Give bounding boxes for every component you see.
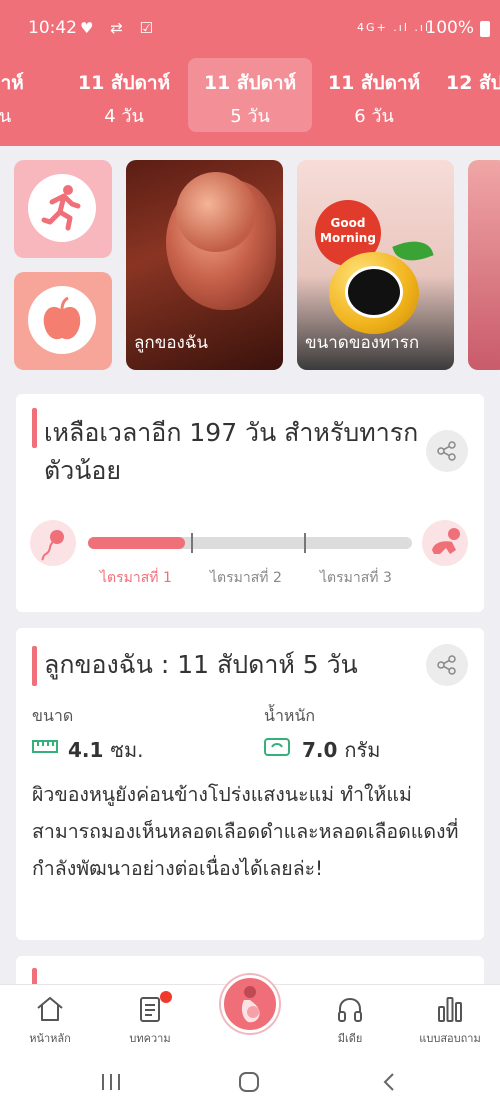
week-tab-week: 11 สัปดาห์ [327,72,421,94]
recent-apps-icon[interactable] [96,1070,126,1094]
size-number: 4.1 [68,738,104,762]
week-tab-day: วัน [0,106,12,127]
trimester-2-label: ไตรมาสที่ 2 [210,570,282,586]
week-tab-week: 11 สัปดาห์ [77,72,171,94]
baby-title: ลูกของฉัน : 11 สัปดาห์ 5 วัน [44,650,358,679]
week-tab-week: 11 สัปดาห์ [203,72,297,94]
week-tab[interactable]: 11 สัปดาห์ 6 วัน [312,58,436,132]
scale-icon [264,738,290,756]
nutrition-tile[interactable] [14,272,112,370]
exercise-tile[interactable] [14,160,112,258]
top-header: 10:42 ♥ ⇄ ☑ 4G+ .ıl .ıl 100% ปดาห์ วัน 1… [0,0,500,146]
bottom-navigation: หน้าหลัก บทความ มีเดีย แบบสอบถาม [0,975,500,1055]
nav-quiz[interactable]: แบบสอบถาม [410,985,490,1055]
week-tab-active[interactable]: 11 สัปดาห์ 5 วัน [188,58,312,132]
nav-home[interactable]: หน้าหลัก [10,985,90,1055]
weight-unit: กรัม [344,738,381,762]
week-tab[interactable]: 11 สัปดาห์ 4 วัน [62,58,186,132]
status-time: 10:42 [28,18,77,38]
size-unit: ซม. [110,738,144,762]
running-icon [28,174,96,242]
notification-badge [160,991,172,1003]
weight-number: 7.0 [302,738,338,762]
weight-value: 7.0 กรัม [302,734,380,766]
apple-icon [28,286,96,354]
baby-info-card: ลูกของฉัน : 11 สัปดาห์ 5 วัน ขนาด 4.1 ซม… [16,628,484,940]
pregnant-mother-icon [241,986,260,1023]
system-navigation-bar [0,1054,500,1111]
share-button[interactable] [426,644,468,686]
pregnancy-progress-bar [88,533,412,553]
week-tab-week: ปดาห์ [0,72,24,94]
progress-tick [191,533,193,553]
embryo-head [176,172,256,252]
bar-chart-icon [438,997,462,1022]
notification-icons: ♥ ⇄ ☑ [80,19,159,37]
back-icon[interactable] [374,1070,404,1094]
status-bar: 10:42 ♥ ⇄ ☑ 4G+ .ıl .ıl 100% [0,0,500,58]
nav-quiz-label: แบบสอบถาม [419,1032,481,1045]
progress-fill [88,537,186,549]
countdown-card: เหลือเวลาอีก 197 วัน สำหรับทารกตัวน้อย ไ… [16,394,484,612]
week-tab-day: 5 วัน [230,106,270,127]
share-icon [437,655,456,675]
share-icon [437,441,456,461]
battery-percent: 100% [425,18,474,38]
countdown-title: เหลือเวลาอีก 197 วัน สำหรับทารกตัวน้อย [44,418,419,485]
pregnancy-fab-button[interactable] [221,975,279,1033]
ruler-icon [32,740,58,753]
sperm-icon [30,520,76,566]
battery-icon [480,21,490,37]
week-selector[interactable]: ปดาห์ วัน 11 สัปดาห์ 4 วัน 11 สัปดาห์ 5 … [0,58,500,132]
week-tab[interactable]: 12 สัป [440,58,500,132]
signal-icon: 4G+ .ıl .ıl [357,21,430,34]
baby-crawling-icon [422,520,468,566]
accent-bar [32,646,37,686]
nav-articles[interactable]: บทความ [110,985,190,1055]
progress-tick [304,533,306,553]
week-tab-week: 12 สัป [446,72,500,94]
week-tab[interactable]: ปดาห์ วัน [0,58,62,132]
nav-articles-label: บทความ [129,1032,171,1045]
my-baby-caption: ลูกของฉัน [134,333,209,353]
fetus-silhouette [345,266,403,318]
trimester-1-label: ไตรมาสที่ 1 [100,570,172,586]
headphones-icon [338,997,362,1022]
lemon-image [329,252,419,334]
baby-size-caption: ขนาดของทารก [305,333,420,353]
nav-media-label: มีเดีย [337,1032,363,1045]
nav-media[interactable]: มีเดีย [310,985,390,1055]
next-tile[interactable] [468,160,500,370]
size-value: 4.1 ซม. [68,734,144,766]
home-icon [37,997,63,1021]
trimester-3-label: ไตรมาสที่ 3 [320,570,392,586]
baby-size-tile[interactable]: Good Morning ขนาดของทารก [297,160,454,370]
share-button[interactable] [426,430,468,472]
nav-home-label: หน้าหลัก [29,1032,71,1045]
my-baby-tile[interactable]: ลูกของฉัน [126,160,283,370]
baby-description: ผิวของหนูยังค่อนข้างโปร่งแสงนะแม่ ทำให้แ… [32,783,459,880]
accent-bar [32,408,37,448]
weight-label: น้ำหนัก [264,706,316,725]
week-tab-day: 6 วัน [354,106,394,127]
home-button-icon[interactable] [234,1070,264,1094]
size-label: ขนาด [32,706,74,725]
week-tab-day: 4 วัน [104,106,144,127]
